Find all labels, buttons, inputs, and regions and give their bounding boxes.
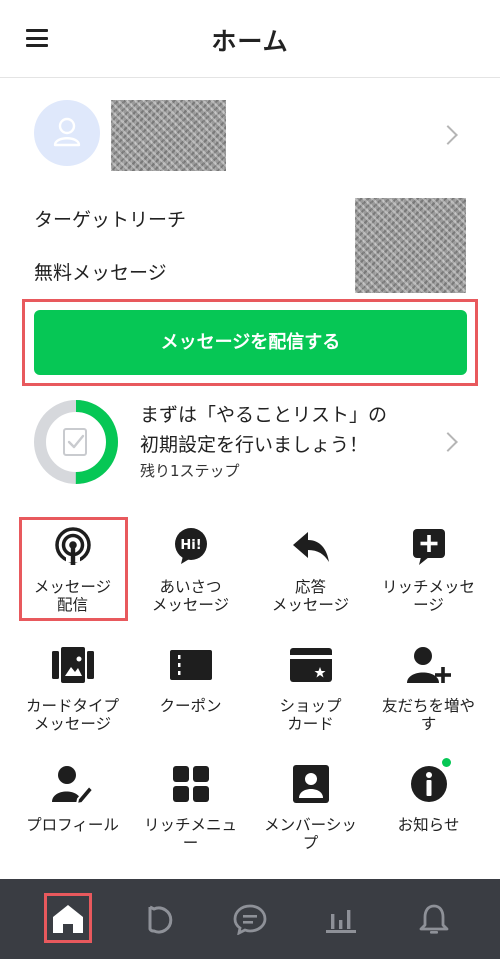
- free-messages-label: 無料メッセージ: [34, 262, 167, 284]
- card-type-icon: [51, 647, 94, 683]
- rich-menu-icon: [172, 766, 209, 802]
- info-icon: [410, 766, 447, 802]
- add-friend-icon: [406, 647, 451, 683]
- todo-title-line2: 初期設定を行いましょう！: [140, 434, 369, 456]
- menu-label: 友だちを増やす: [381, 697, 475, 733]
- bell-icon: [419, 904, 449, 934]
- checklist-icon: [63, 428, 87, 456]
- plus-bubble-icon: [412, 529, 445, 565]
- menu-label: 応答 メッセージ: [271, 578, 350, 614]
- chevron-right-icon: [438, 432, 458, 452]
- user-icon: [53, 117, 81, 147]
- menu-label: プロフィール: [26, 816, 119, 834]
- chat-icon: [233, 904, 267, 935]
- hi-bubble-icon: Hi!: [174, 528, 207, 564]
- account-name-redacted: [111, 100, 226, 171]
- menu-label: あいさつ メッセージ: [151, 578, 230, 614]
- menu-label: メッセージ 配信: [33, 578, 112, 614]
- unread-dot: [442, 758, 451, 767]
- menu-rich-message[interactable]: リッチメッセ ージ: [366, 524, 491, 624]
- menu-greeting-message[interactable]: Hi! あいさつ メッセージ: [128, 524, 253, 624]
- menu-message-broadcast[interactable]: メッセージ 配信: [10, 524, 135, 624]
- menu-profile[interactable]: プロフィール: [10, 762, 135, 852]
- menu-label: お知らせ: [397, 816, 460, 834]
- menu-label: カードタイプ メッセージ: [25, 697, 119, 733]
- page-title: ホーム: [211, 27, 289, 56]
- todo-title-line1: まずは「やることリスト」の: [140, 404, 388, 426]
- menu-auto-reply[interactable]: 応答 メッセージ: [248, 524, 373, 624]
- todo-remaining: 残り1ステップ: [140, 462, 240, 480]
- menu-rich-menu[interactable]: リッチメニュー: [128, 762, 253, 852]
- voom-icon: [148, 905, 173, 934]
- menu-label: リッチメニュー: [143, 816, 237, 852]
- progress-ring: [34, 400, 118, 484]
- send-message-button[interactable]: メッセージを配信する: [34, 310, 467, 375]
- menu-label: クーポン: [159, 697, 222, 715]
- coupon-icon: [169, 650, 212, 680]
- menu-label: リッチメッセ ージ: [381, 578, 475, 614]
- shop-card-icon: [289, 648, 332, 682]
- stats-redacted: [355, 198, 466, 293]
- menu-label: ショップ カード: [279, 697, 342, 733]
- menu-shop-card[interactable]: ショップ カード: [248, 643, 373, 733]
- menu-card-type-message[interactable]: カードタイプ メッセージ: [10, 643, 135, 733]
- tab-voom[interactable]: [110, 879, 210, 959]
- svg-text:Hi!: Hi!: [180, 538, 201, 553]
- app-header: ホーム: [0, 0, 500, 78]
- menu-coupon[interactable]: クーポン: [128, 643, 253, 733]
- menu-label: メンバーシップ: [264, 816, 357, 852]
- membership-icon: [292, 765, 329, 803]
- tab-chat[interactable]: [200, 879, 300, 959]
- tab-notifications[interactable]: [384, 879, 484, 959]
- broadcast-icon: [54, 527, 91, 565]
- target-reach-label: ターゲットリーチ: [34, 209, 187, 231]
- menu-add-friends[interactable]: 友だちを増やす: [366, 643, 491, 733]
- account-row[interactable]: [0, 78, 500, 194]
- bar-chart-icon: [326, 910, 356, 933]
- reply-arrow-icon: [292, 532, 329, 562]
- profile-edit-icon: [51, 766, 94, 804]
- menu-membership[interactable]: メンバーシップ: [248, 762, 373, 852]
- chevron-right-icon: [438, 125, 458, 145]
- home-tab-highlight-frame: [44, 893, 92, 943]
- tab-analytics[interactable]: [291, 879, 391, 959]
- avatar: [34, 100, 100, 166]
- menu-announcements[interactable]: お知らせ: [366, 758, 491, 852]
- todo-list-card[interactable]: まずは「やることリスト」の 初期設定を行いましょう！ 残り1ステップ: [0, 394, 500, 490]
